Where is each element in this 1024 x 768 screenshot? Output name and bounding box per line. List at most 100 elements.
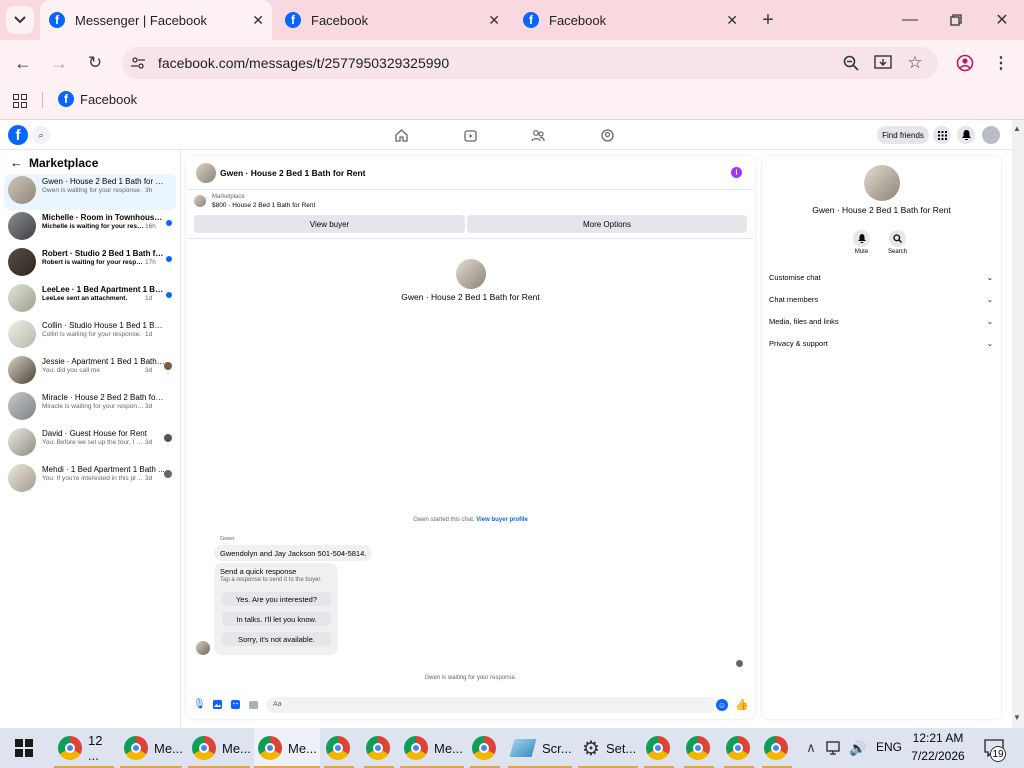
conversation-item-miracle[interactable]: Miracle · House 2 Bed 2 Bath for R... Mi… bbox=[4, 390, 176, 426]
taskbar-chrome-7[interactable] bbox=[470, 728, 500, 768]
conversation-time: 1d bbox=[145, 331, 153, 338]
quick-reply-button[interactable]: In talks. I'll let you know. bbox=[222, 612, 331, 626]
image-icon[interactable] bbox=[212, 699, 223, 710]
conversation-item-jessie[interactable]: Jessie · Apartment 1 Bed 1 Bath f... You… bbox=[4, 354, 176, 390]
site-info-icon[interactable] bbox=[128, 53, 148, 73]
sidebar-title: Marketplace bbox=[29, 155, 99, 170]
more-options-button[interactable]: More Options bbox=[467, 215, 747, 233]
profile-icon[interactable] bbox=[954, 52, 976, 74]
apps-grid-icon[interactable] bbox=[11, 92, 29, 110]
gaming-icon[interactable] bbox=[599, 127, 615, 143]
close-icon[interactable]: ✕ bbox=[488, 12, 500, 29]
message-input[interactable] bbox=[266, 697, 716, 713]
view-buyer-button[interactable]: View buyer bbox=[194, 215, 465, 233]
quick-reply-button[interactable]: Yes. Are you interested? bbox=[222, 592, 331, 606]
seen-avatar bbox=[736, 660, 743, 667]
new-tab-icon[interactable]: + bbox=[756, 8, 780, 32]
conversation-item-collin[interactable]: Collin · Studio House 1 Bed 1 Bath ... C… bbox=[4, 318, 176, 354]
chrome-icon bbox=[404, 736, 428, 760]
media-files-links-row[interactable]: Media, files and links ⌄ bbox=[769, 317, 993, 326]
minimize-icon[interactable]: — bbox=[898, 8, 922, 32]
waiting-notice: Gwen is waiting for your response. bbox=[424, 675, 517, 681]
clock-time[interactable]: 12:21 AM bbox=[906, 731, 970, 745]
find-friends-button[interactable]: Find friends bbox=[877, 126, 929, 144]
close-icon[interactable]: ✕ bbox=[252, 12, 264, 29]
taskbar-chrome-8[interactable] bbox=[644, 728, 674, 768]
sender-avatar bbox=[196, 641, 210, 655]
windows-start-icon[interactable] bbox=[14, 738, 34, 758]
emoji-icon[interactable]: ☺ bbox=[716, 699, 728, 711]
bookmark-star-icon[interactable]: ☆ bbox=[904, 52, 926, 74]
conversation-item-david[interactable]: David · Guest House for Rent You: Before… bbox=[4, 426, 176, 462]
taskbar-chrome-10[interactable] bbox=[724, 728, 754, 768]
conversation-name: Robert · Studio 2 Bed 1 Bath for ... bbox=[42, 249, 166, 258]
install-app-icon[interactable] bbox=[872, 52, 894, 74]
close-window-icon[interactable]: ✕ bbox=[990, 8, 1014, 32]
conversation-item-michelle[interactable]: Michelle · Room in Townhouse 1... Michel… bbox=[4, 210, 176, 246]
taskbar-settings[interactable]: ⚙ Set... bbox=[578, 728, 638, 768]
taskbar-snipping-tool[interactable]: Scr... bbox=[508, 728, 572, 768]
forward-icon[interactable]: → bbox=[48, 52, 70, 74]
account-avatar[interactable] bbox=[982, 126, 1000, 144]
back-icon[interactable]: ← bbox=[12, 52, 34, 74]
restore-icon[interactable] bbox=[944, 8, 968, 32]
clock-date[interactable]: 7/22/2026 bbox=[906, 749, 970, 763]
chat-members-row[interactable]: Chat members ⌄ bbox=[769, 295, 993, 304]
zoom-icon[interactable] bbox=[840, 52, 862, 74]
conversation-item-mehdi[interactable]: Mehdi · 1 Bed Apartment 1 Bath ... You: … bbox=[4, 462, 176, 498]
tab-search-button[interactable] bbox=[6, 6, 34, 34]
conversation-item-robert[interactable]: Robert · Studio 2 Bed 1 Bath for ... Rob… bbox=[4, 246, 176, 282]
privacy-support-row[interactable]: Privacy & support ⌄ bbox=[769, 339, 993, 348]
taskbar-chrome-11[interactable] bbox=[762, 728, 792, 768]
back-arrow-icon[interactable]: ← bbox=[10, 155, 23, 170]
video-icon[interactable] bbox=[462, 127, 478, 143]
taskbar-chrome-6[interactable]: Me... bbox=[400, 728, 464, 768]
network-icon[interactable] bbox=[824, 738, 844, 758]
scroll-up-icon[interactable]: ▲ bbox=[1013, 124, 1021, 133]
sticker-icon[interactable] bbox=[230, 699, 241, 710]
search-icon[interactable]: ⌕ bbox=[32, 126, 50, 144]
volume-icon[interactable]: 🔊 bbox=[848, 738, 868, 758]
taskbar-chrome-2[interactable]: Me... bbox=[120, 728, 183, 768]
tab-messenger[interactable]: f Messenger | Facebook ✕ bbox=[40, 0, 272, 40]
bookmark-facebook[interactable]: f Facebook bbox=[58, 91, 137, 107]
chat-avatar[interactable] bbox=[196, 163, 216, 183]
menu-grid-icon[interactable] bbox=[933, 126, 951, 144]
info-icon[interactable]: i bbox=[731, 167, 742, 178]
home-icon[interactable] bbox=[393, 127, 409, 143]
page-scrollbar[interactable] bbox=[1012, 120, 1024, 728]
taskbar-chrome-1[interactable]: 12 ... bbox=[54, 728, 114, 768]
thumbs-up-icon[interactable]: 👍 bbox=[735, 698, 749, 711]
gif-icon[interactable] bbox=[248, 699, 259, 710]
groups-icon[interactable] bbox=[530, 127, 546, 143]
search-icon[interactable] bbox=[889, 230, 906, 247]
taskbar-chrome-active[interactable]: Me... bbox=[254, 728, 320, 768]
notifications-bell-icon[interactable] bbox=[957, 126, 975, 144]
taskbar-chrome-3[interactable]: Me... bbox=[188, 728, 251, 768]
menu-icon[interactable]: ⋮ bbox=[990, 52, 1012, 74]
scroll-down-icon[interactable]: ▼ bbox=[1013, 713, 1021, 722]
bookmark-label: Facebook bbox=[80, 91, 138, 107]
conversation-item-gwen[interactable]: Gwen · House 2 Bed 1 Bath for Rent Gwen … bbox=[4, 174, 176, 210]
quick-reply-button[interactable]: Sorry, it's not available. bbox=[222, 632, 331, 646]
taskbar-chrome-9[interactable] bbox=[684, 728, 714, 768]
facebook-logo-icon[interactable]: f bbox=[8, 125, 28, 145]
conversation-item-leelee[interactable]: LeeLee · 1 Bed Apartment 1 Bath ... LeeL… bbox=[4, 282, 176, 318]
customise-chat-row[interactable]: Customise chat ⌄ bbox=[769, 273, 993, 282]
chrome-icon bbox=[764, 736, 788, 760]
divider bbox=[42, 92, 43, 108]
mute-bell-icon[interactable] bbox=[853, 230, 870, 247]
chat-title[interactable]: Gwen · House 2 Bed 1 Bath for Rent bbox=[220, 168, 365, 178]
tray-chevron-up-icon[interactable]: ∧ bbox=[802, 738, 820, 758]
tab-facebook-2[interactable]: f Facebook ✕ bbox=[514, 0, 746, 40]
reload-icon[interactable]: ↻ bbox=[84, 52, 106, 74]
taskbar-chrome-4[interactable] bbox=[324, 728, 354, 768]
view-buyer-profile-link[interactable]: View buyer profile bbox=[476, 517, 528, 523]
message-input-placeholder: Aa bbox=[273, 701, 282, 708]
language-indicator[interactable]: ENG bbox=[876, 740, 902, 754]
conversation-snippet: Robert is waiting for your respon... bbox=[42, 259, 144, 266]
tab-facebook-1[interactable]: f Facebook ✕ bbox=[276, 0, 508, 40]
close-icon[interactable]: ✕ bbox=[726, 12, 738, 29]
taskbar-chrome-5[interactable] bbox=[364, 728, 394, 768]
microphone-icon[interactable]: 🎙 bbox=[193, 699, 206, 710]
